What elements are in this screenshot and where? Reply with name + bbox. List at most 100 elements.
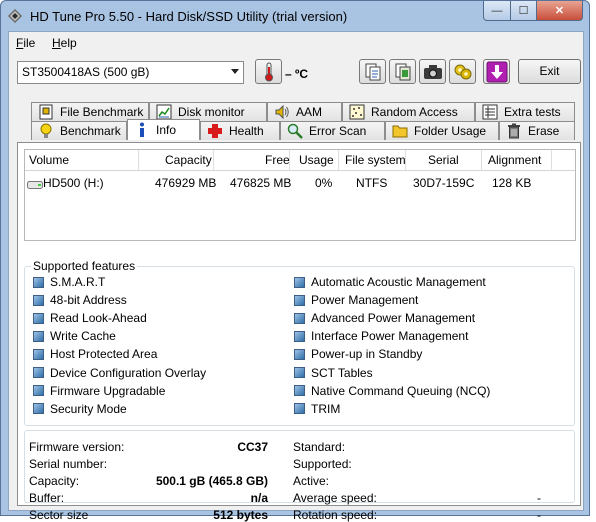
cell-file-system: NTFS bbox=[356, 176, 388, 190]
tab-benchmark-label: Benchmark bbox=[60, 124, 121, 138]
feature-check-icon bbox=[33, 385, 44, 397]
temperature-value: – ºC bbox=[285, 67, 309, 81]
drive-info-group: Firmware version: CC37 Serial number: Capac… bbox=[24, 430, 575, 522]
col-usage[interactable]: Usage bbox=[299, 153, 334, 167]
copy-screenshot-button[interactable] bbox=[389, 59, 416, 84]
feature-label: Host Protected Area bbox=[50, 347, 158, 362]
col-separator bbox=[338, 150, 339, 170]
save-button[interactable] bbox=[483, 59, 510, 84]
feature-trim: TRIM bbox=[294, 401, 340, 417]
speaker-icon bbox=[274, 104, 290, 120]
col-volume[interactable]: Volume bbox=[29, 153, 69, 167]
info-panel: Volume Capacity Free Usage File system S… bbox=[17, 142, 581, 522]
col-alignment[interactable]: Alignment bbox=[488, 153, 541, 167]
tab-erase[interactable]: Erase bbox=[499, 121, 575, 140]
feature-check-icon bbox=[33, 403, 44, 415]
options-button[interactable] bbox=[449, 59, 476, 84]
menu-help-rest: elp bbox=[60, 36, 77, 50]
screenshot-button[interactable] bbox=[419, 59, 446, 84]
feature-label: TRIM bbox=[311, 401, 341, 416]
random-access-icon bbox=[349, 104, 365, 120]
app-logo-icon bbox=[8, 9, 22, 23]
tab-info-label: Info bbox=[156, 123, 177, 137]
feature-automatic-acoustic-management: Automatic Acoustic Management bbox=[294, 274, 486, 290]
feature-label: Power-up in Standby bbox=[311, 347, 423, 362]
client-area: File Help ST3500418AS (500 gB) – ºC Exit… bbox=[8, 31, 584, 522]
menu-bar: File Help bbox=[9, 32, 583, 53]
tab-info[interactable]: Info bbox=[127, 119, 200, 140]
feature-sct-tables: SCT Tables bbox=[294, 365, 373, 381]
cell-serial: 30D7-159C bbox=[413, 176, 475, 190]
menu-file-rest: ile bbox=[23, 36, 36, 50]
title-bar[interactable]: HD Tune Pro 5.50 - Hard Disk/SSD Utility… bbox=[1, 1, 589, 31]
health-cross-icon bbox=[207, 123, 223, 139]
feature-check-icon bbox=[33, 312, 44, 324]
feature-check-icon bbox=[33, 294, 44, 306]
info-label-firmware-version: Firmware version: bbox=[29, 440, 125, 454]
cell-capacity: 476929 MB bbox=[155, 176, 217, 190]
feature-label: Security Mode bbox=[50, 401, 127, 416]
feature-label: SCT Tables bbox=[311, 365, 373, 380]
tab-benchmark[interactable]: Benchmark bbox=[31, 121, 127, 140]
save-down-icon bbox=[486, 61, 507, 82]
feature-security-mode: Security Mode bbox=[33, 401, 127, 417]
feature-label: Advanced Power Management bbox=[311, 311, 476, 326]
feature-check-icon bbox=[294, 385, 305, 397]
feature-write-cache: Write Cache bbox=[33, 328, 116, 344]
feature-check-icon bbox=[294, 294, 305, 306]
info-label-capacity: Capacity: bbox=[29, 474, 80, 488]
col-capacity[interactable]: Capacity bbox=[165, 153, 212, 167]
temperature-button[interactable] bbox=[255, 59, 282, 84]
app-window: HD Tune Pro 5.50 - Hard Disk/SSD Utility… bbox=[0, 0, 590, 522]
close-button[interactable]: ✕ bbox=[537, 1, 583, 21]
feature-power-up-in-standby: Power-up in Standby bbox=[294, 346, 422, 362]
tab-health[interactable]: Health bbox=[200, 121, 280, 140]
tab-health-label: Health bbox=[229, 124, 264, 138]
supported-features-title: Supported features bbox=[31, 259, 138, 273]
table-row[interactable]: HD500 (H:) 476929 MB 476825 MB 0% NTFS 3… bbox=[25, 176, 575, 194]
tab-disk-monitor-label: Disk monitor bbox=[178, 105, 245, 119]
file-benchmark-icon bbox=[38, 104, 54, 120]
menu-help-mnemonic: H bbox=[52, 36, 61, 50]
drive-select[interactable]: ST3500418AS (500 gB) bbox=[17, 61, 244, 84]
tab-random-access[interactable]: Random Access bbox=[342, 102, 475, 121]
info-value-buffer: n/a bbox=[250, 491, 268, 505]
menu-file[interactable]: File bbox=[16, 36, 35, 50]
col-free[interactable]: Free bbox=[265, 153, 290, 167]
col-serial[interactable]: Serial bbox=[428, 153, 459, 167]
feature-label: Read Look-Ahead bbox=[50, 311, 147, 326]
tab-aam[interactable]: AAM bbox=[267, 102, 342, 121]
feature-power-management: Power Management bbox=[294, 292, 418, 308]
options-icon bbox=[454, 64, 471, 79]
tab-folder-usage[interactable]: Folder Usage bbox=[385, 121, 499, 140]
feature-label: Device Configuration Overlay bbox=[50, 365, 207, 380]
tab-error-scan-label: Error Scan bbox=[309, 124, 367, 138]
feature-check-icon bbox=[33, 367, 44, 378]
info-label-serial-number: Serial number: bbox=[29, 457, 108, 471]
feature-label: Interface Power Management bbox=[311, 329, 469, 344]
info-value-sector-size: 512 bytes bbox=[213, 508, 268, 522]
info-value-firmware-version: CC37 bbox=[237, 440, 268, 454]
info-icon bbox=[134, 122, 150, 138]
tab-error-scan[interactable]: Error Scan bbox=[280, 121, 385, 140]
feature-s-m-a-r-t: S.M.A.R.T bbox=[33, 274, 105, 290]
drive-icon bbox=[27, 181, 43, 189]
minimize-button[interactable]: — bbox=[483, 1, 511, 21]
feature-label: 48-bit Address bbox=[50, 293, 127, 308]
trash-icon bbox=[506, 123, 522, 139]
info-value-rotation-speed: - bbox=[537, 508, 541, 522]
volume-table[interactable]: Volume Capacity Free Usage File system S… bbox=[24, 149, 576, 241]
copy-text-icon bbox=[365, 63, 380, 80]
feature-check-icon bbox=[33, 330, 44, 342]
cell-free: 476825 MB bbox=[230, 176, 292, 190]
maximize-button[interactable]: ☐ bbox=[511, 1, 537, 21]
feature-label: Power Management bbox=[311, 293, 419, 308]
copy-text-button[interactable] bbox=[359, 59, 386, 84]
copy-screenshot-icon bbox=[395, 63, 410, 80]
feature-read-look-ahead: Read Look-Ahead bbox=[33, 310, 147, 326]
tab-extra-tests[interactable]: Extra tests bbox=[475, 102, 575, 121]
col-file-system[interactable]: File system bbox=[345, 153, 406, 167]
exit-button[interactable]: Exit bbox=[518, 59, 581, 84]
menu-help[interactable]: Help bbox=[52, 36, 77, 50]
cell-volume: HD500 (H:) bbox=[43, 176, 104, 190]
